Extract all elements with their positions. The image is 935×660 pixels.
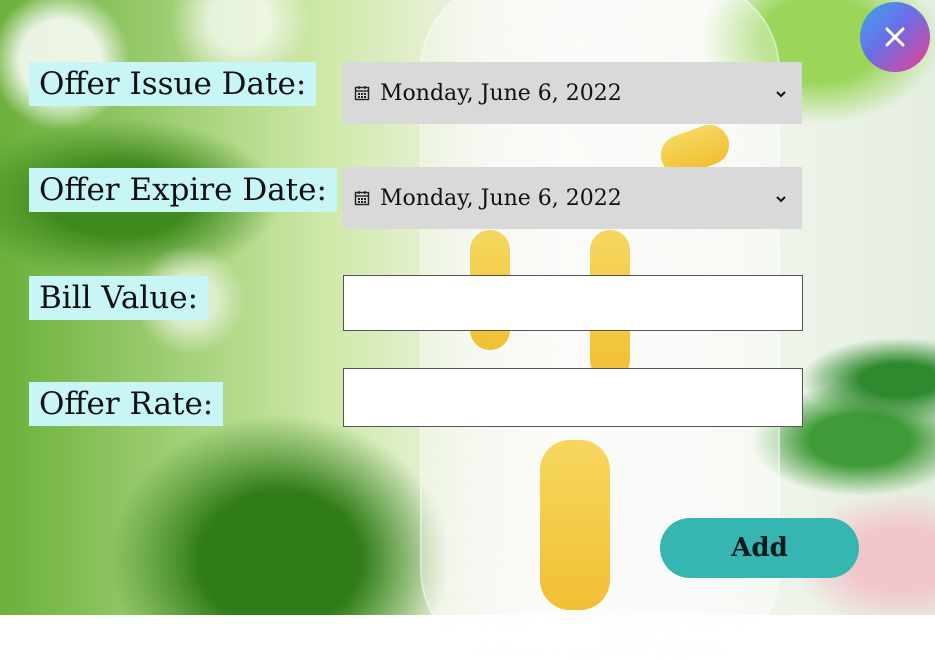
add-button[interactable]: Add bbox=[660, 518, 859, 578]
issue-date-label: Offer Issue Date: bbox=[29, 62, 317, 106]
chevron-down-icon[interactable] bbox=[774, 86, 788, 100]
expire-date-value: Monday, June 6, 2022 bbox=[380, 185, 622, 211]
issue-date-picker[interactable]: Monday, June 6, 2022 bbox=[342, 62, 802, 124]
close-button[interactable] bbox=[860, 2, 930, 72]
lemon-slice bbox=[540, 440, 610, 610]
expire-date-label: Offer Expire Date: bbox=[29, 168, 337, 212]
bill-value-label: Bill Value: bbox=[29, 276, 209, 320]
bill-value-input[interactable] bbox=[344, 276, 802, 330]
close-icon bbox=[885, 27, 905, 47]
offer-rate-field[interactable] bbox=[343, 368, 803, 427]
offer-rate-label: Offer Rate: bbox=[29, 382, 224, 426]
bill-value-field[interactable] bbox=[343, 275, 803, 331]
chevron-down-icon[interactable] bbox=[774, 191, 788, 205]
issue-date-value: Monday, June 6, 2022 bbox=[380, 80, 622, 106]
offer-rate-input[interactable] bbox=[344, 369, 802, 426]
calendar-icon bbox=[354, 85, 370, 101]
calendar-icon bbox=[354, 190, 370, 206]
expire-date-picker[interactable]: Monday, June 6, 2022 bbox=[342, 167, 802, 229]
